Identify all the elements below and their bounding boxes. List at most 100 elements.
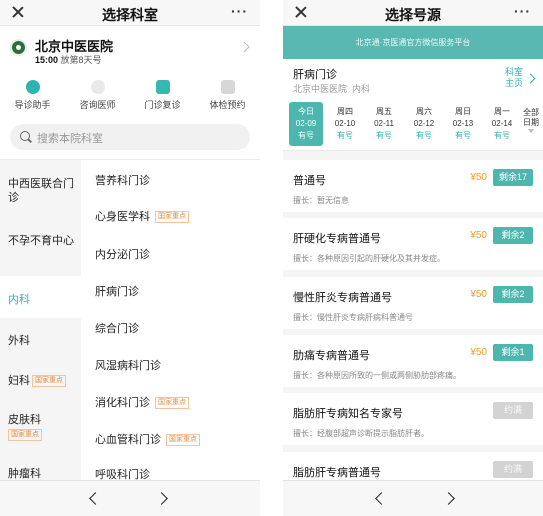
slot-row: 肋痛专病普通号 擅长：各种原因所致的一侧或两侧胁肋部疼痛。 ¥50 剩余1	[283, 335, 543, 387]
book-slot-button[interactable]: 剩余1	[493, 344, 533, 361]
date-value: 02-14	[491, 119, 513, 128]
book-slot-button[interactable]: 剩余2	[493, 286, 533, 303]
subdepartment-label: 心血管科门诊	[95, 434, 161, 446]
subdepartment-item[interactable]: 综合门诊	[95, 320, 139, 336]
subdepartment-item[interactable]: 心血管科门诊 国家重点	[95, 431, 200, 447]
search-input[interactable]: 搜索本院科室	[10, 124, 250, 150]
date-day: 周日	[455, 107, 471, 116]
clipboard-icon	[155, 80, 170, 94]
more-menu-icon[interactable]: ···	[231, 3, 248, 19]
quick-label: 导诊助手	[14, 100, 51, 110]
slot-select-screen: 选择号源 ··· 北京通·京医通官方微信服务平台 肝病门诊 北京中医医院 内科 …	[283, 0, 543, 516]
slot-description: 擅长：各种原因引起的肝硬化及其并发症。	[293, 254, 445, 263]
category-item-active[interactable]: 内科	[0, 276, 81, 318]
more-menu-icon[interactable]: ···	[514, 3, 531, 19]
quick-label: 门诊复诊	[144, 100, 181, 110]
date-availability: 有号	[298, 131, 314, 140]
back-arrow-icon[interactable]	[89, 492, 102, 505]
date-value: 02-12	[413, 119, 435, 128]
category-label: 外科	[8, 335, 30, 347]
category-label: 内科	[8, 294, 30, 306]
category-item[interactable]: 妇科 国家重点	[0, 360, 81, 400]
slot-price: ¥50	[470, 347, 487, 358]
date-tab[interactable]: 周五 02-11 有号	[367, 102, 401, 146]
date-tab[interactable]: 周四 02-10 有号	[328, 102, 362, 146]
subdepartment-item[interactable]: 营养科门诊	[95, 172, 150, 188]
subdepartment-label: 心身医学科	[95, 211, 150, 223]
subdepartment-label: 营养科门诊	[95, 175, 150, 187]
date-tab[interactable]: 周六 02-12 有号	[407, 102, 441, 146]
slot-description: 擅长：经腹部超声诊断提示脂肪肝者。	[293, 429, 429, 438]
subdepartment-item[interactable]: 风湿病科门诊	[95, 357, 161, 373]
date-value: 02-13	[452, 119, 474, 128]
department-name: 肝病门诊	[293, 69, 337, 81]
hospital-logo-icon	[10, 39, 27, 56]
national-key-badge: 国家重点	[32, 375, 66, 388]
slot-description: 擅长：慢性肝炎专病肝病科普通号	[293, 313, 413, 322]
compass-icon	[25, 80, 40, 94]
national-key-badge: 国家重点	[155, 211, 189, 224]
subdepartment-item[interactable]: 肝病门诊	[95, 283, 139, 299]
slot-name: 慢性肝炎专病普通号	[293, 292, 392, 304]
forward-arrow-icon[interactable]	[442, 492, 455, 505]
release-time-value: 15:00	[35, 55, 59, 65]
subdepartment-label: 肝病门诊	[95, 286, 139, 298]
date-tab[interactable]: 周日 02-13 有号	[446, 102, 480, 146]
national-key-badge: 国家重点	[155, 397, 189, 410]
release-time-status: 放第8天号	[60, 55, 102, 65]
category-item[interactable]: 皮肤科 国家重点	[0, 400, 81, 452]
home-link-line2: 主页	[504, 78, 523, 88]
date-availability: 有号	[455, 131, 471, 140]
date-availability: 有号	[494, 131, 510, 140]
department-home-link[interactable]: 科室 主页	[505, 67, 523, 89]
category-item[interactable]: 不孕不育中心	[0, 218, 81, 276]
book-slot-button[interactable]: 剩余17	[493, 169, 533, 186]
category-item[interactable]: 肿瘤科	[0, 452, 81, 481]
book-slot-button[interactable]: 剩余2	[493, 227, 533, 244]
all-dates-line1: 全部	[523, 108, 539, 117]
caret-down-icon	[528, 129, 534, 133]
category-label: 中西医联合门诊	[8, 178, 74, 204]
subdepartment-label: 风湿病科门诊	[95, 360, 161, 372]
department-subtitle: 北京中医医院 内科	[293, 82, 370, 95]
department-category: 内科	[352, 84, 371, 94]
national-key-badge: 国家重点	[166, 434, 200, 447]
quick-consult-button[interactable]: 咨询医师	[65, 78, 130, 118]
subdepartment-item[interactable]: 内分泌门诊	[95, 246, 150, 262]
department-area: 中西医联合门诊 不孕不育中心 内科 外科 妇科 国家重点 皮肤科 国家重点 肿瘤科	[0, 159, 260, 481]
slot-price: ¥50	[470, 230, 487, 241]
subdepartment-label: 消化科门诊	[95, 397, 150, 409]
subdepartment-item[interactable]: 心身医学科 国家重点	[95, 208, 189, 224]
release-time: 15:00 放第8天号	[35, 53, 102, 66]
slot-row: 普通号 擅长：暂无信息 ¥50 剩余17	[283, 160, 543, 212]
date-availability: 有号	[337, 131, 353, 140]
search-icon	[20, 131, 30, 141]
department-header: 肝病门诊 北京中医医院 内科 科室 主页	[283, 59, 543, 99]
slot-price: ¥50	[470, 172, 487, 183]
chevron-right-icon	[525, 73, 536, 84]
quick-revisit-button[interactable]: 门诊复诊	[130, 78, 195, 118]
slot-row: 脂肪肝专病知名专家号 擅长：经腹部超声诊断提示脂肪肝者。 约满	[283, 393, 543, 445]
date-tab[interactable]: 周一 02-14 有号	[485, 102, 519, 146]
date-day: 周四	[337, 107, 353, 116]
date-day: 今日	[298, 107, 314, 116]
hospital-header[interactable]: 北京中医医院 15:00 放第8天号	[0, 26, 260, 74]
date-day: 周一	[494, 107, 510, 116]
quick-guide-button[interactable]: 导诊助手	[0, 78, 65, 118]
fully-booked-button[interactable]: 约满	[493, 461, 533, 478]
category-item[interactable]: 中西医联合门诊	[0, 160, 81, 218]
date-tab-active[interactable]: 今日 02-09 有号	[289, 102, 323, 146]
all-dates-button[interactable]: 全部 日期	[523, 108, 539, 133]
slot-name: 脂肪肝专病普通号	[293, 467, 381, 479]
fully-booked-button[interactable]: 约满	[493, 402, 533, 419]
department-select-screen: 选择科室 ··· 北京中医医院 15:00 放第8天号 导诊助手 咨询医师 门诊…	[0, 0, 260, 516]
national-key-badge: 国家重点	[8, 429, 42, 441]
date-value: 02-09	[295, 119, 317, 128]
subdepartment-item[interactable]: 消化科门诊 国家重点	[95, 394, 189, 410]
back-arrow-icon[interactable]	[375, 492, 388, 505]
forward-arrow-icon[interactable]	[155, 492, 168, 505]
quick-checkup-button[interactable]: 体检预约	[195, 78, 260, 118]
slot-name: 肝硬化专病普通号	[293, 233, 381, 245]
category-item[interactable]: 外科	[0, 318, 81, 360]
browser-nav-bar	[0, 480, 260, 516]
